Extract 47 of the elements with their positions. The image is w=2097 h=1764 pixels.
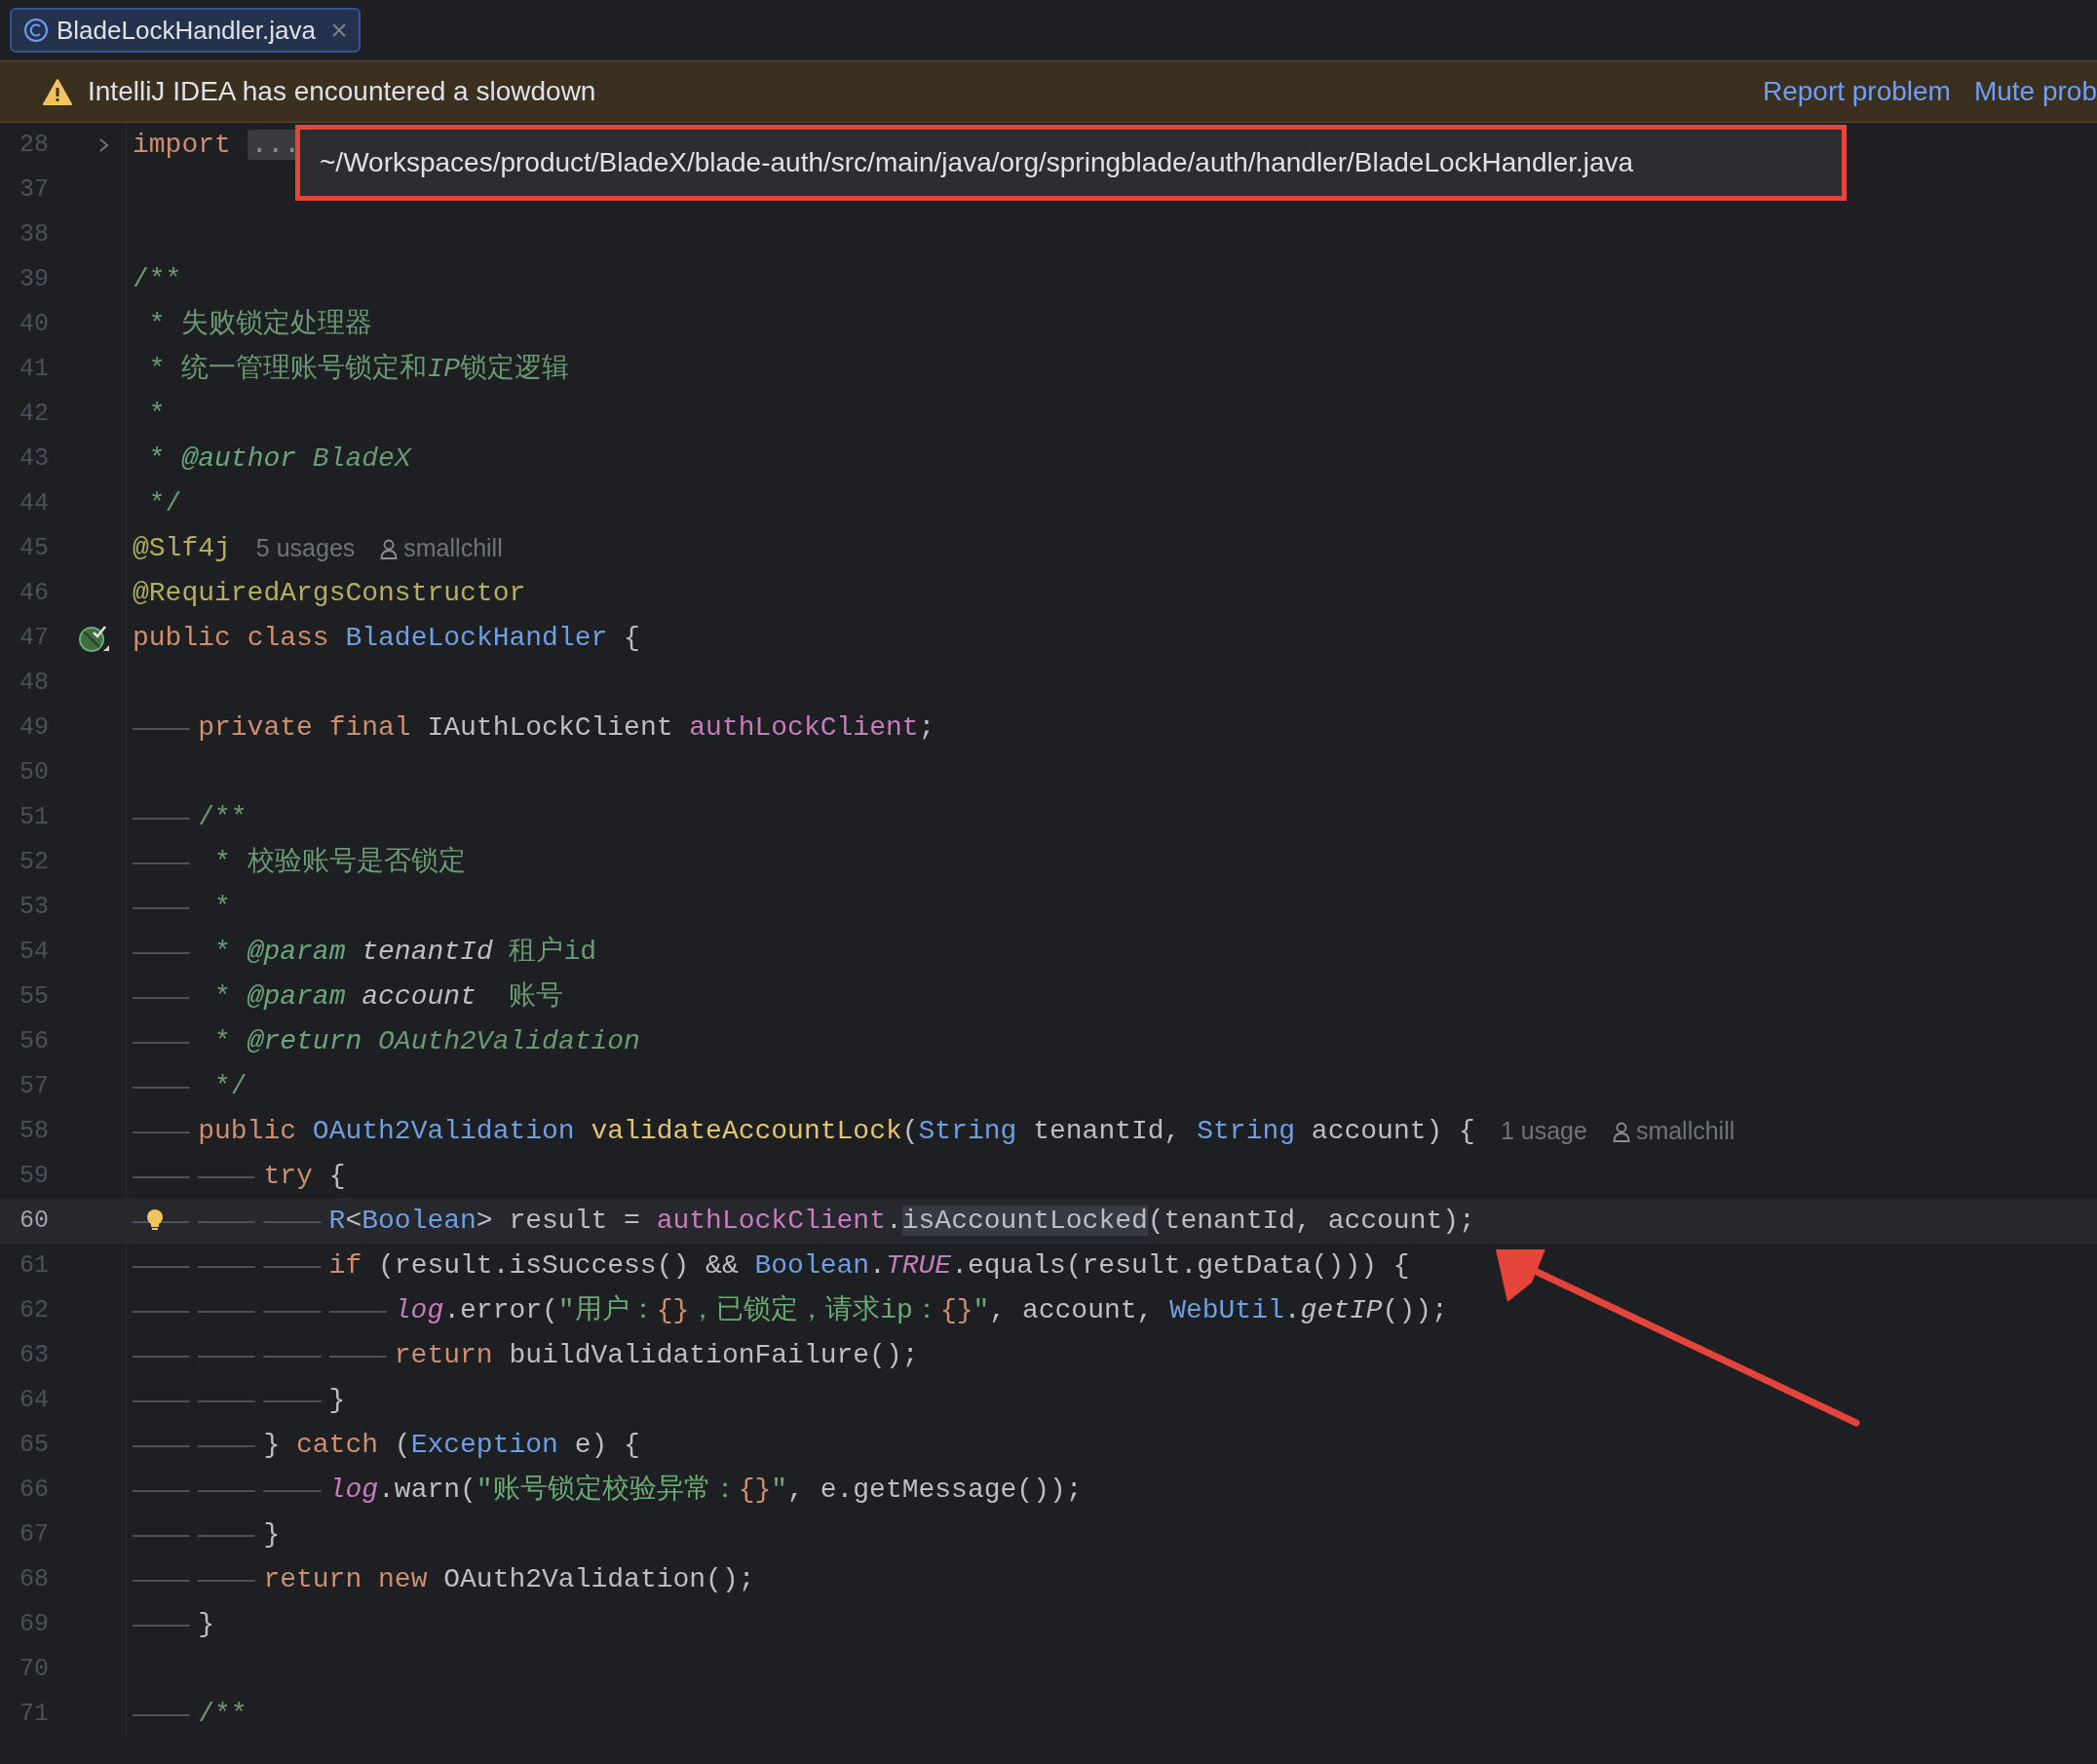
class-icon <box>23 18 49 43</box>
code-line: * 统一管理账号锁定和IP锁定逻辑 <box>147 352 570 386</box>
code-line: R<Boolean> result = authLockClient.isAccountLocked(tenantId, account); <box>133 1201 1475 1242</box>
close-icon[interactable] <box>330 22 347 38</box>
code-line: public class BladeLockHandler { <box>133 622 640 655</box>
line-number: 60 <box>19 1206 49 1238</box>
code-line: } <box>133 1515 281 1555</box>
code-line: @RequiredArgsConstructor <box>133 577 526 610</box>
code-line: public OAuth2Validation validateAccountLock(String tenantId, String account) { <box>133 1111 1475 1152</box>
banner-link[interactable]: Report problem <box>1762 71 1951 112</box>
code-line: log.warn("账号锁定校验异常：{}", e.getMessage()); <box>133 1470 1083 1511</box>
code-line: /** <box>133 797 248 838</box>
code-line: * @param account 账号 <box>133 977 564 1017</box>
code-line: return buildValidationFailure(); <box>133 1335 919 1376</box>
author-hint[interactable]: smallchill <box>1635 1113 1735 1150</box>
code-line: * @return OAuth2Validation <box>133 1021 640 1062</box>
usage-hint[interactable]: 5 usages <box>255 530 356 567</box>
code-line: */ <box>133 1066 248 1107</box>
author-hint[interactable]: smallchill <box>403 530 503 567</box>
file-path-tooltip: ~/Workspaces/product/BladeX/blade-auth/src/main/java/org/springblade/auth/handler/BladeLockHandler.java <box>295 125 1847 201</box>
code-line: */ <box>147 487 182 520</box>
code-line: @Slf4j <box>133 532 231 565</box>
code-line: try { <box>133 1156 346 1197</box>
code-line: log.error("用户：{}，已锁定，请求ip：{}", account, WebUtil.getIP()); <box>133 1290 1448 1331</box>
code-line: } <box>133 1380 346 1421</box>
code-line: * 失败锁定处理器 <box>147 307 373 341</box>
code-line: * @author BladeX <box>147 442 411 476</box>
code-line: return new OAuth2Validation(); <box>133 1559 755 1600</box>
code-line: * <box>147 398 166 431</box>
file-tab[interactable]: BladeLockHandler.java <box>10 8 361 53</box>
code-line: * 校验账号是否锁定 <box>133 842 466 883</box>
code-line: /** <box>133 263 182 296</box>
person-icon <box>380 538 399 559</box>
code-line: * <box>133 887 231 928</box>
person-icon <box>1612 1121 1630 1142</box>
chevron-icon[interactable] <box>97 137 110 153</box>
banner-message: IntelliJ IDEA has encountered a slowdown <box>88 75 597 108</box>
code-line: } catch (Exception e) { <box>133 1425 640 1466</box>
code-line: private final IAuthLockClient authLockClient; <box>133 708 935 748</box>
banner-link[interactable]: Mute prob <box>1973 71 2097 112</box>
code-line: /** <box>133 1694 248 1735</box>
circle-check-icon[interactable] <box>78 624 110 653</box>
warning-icon <box>43 77 72 106</box>
code-line: if (result.isSuccess() && Boolean.TRUE.equals(result.getData())) { <box>133 1246 1410 1286</box>
usage-hint[interactable]: 1 usage <box>1500 1113 1587 1150</box>
lightbulb-icon[interactable] <box>144 1208 166 1231</box>
code-line: * @param tenantId 租户id <box>133 932 597 973</box>
